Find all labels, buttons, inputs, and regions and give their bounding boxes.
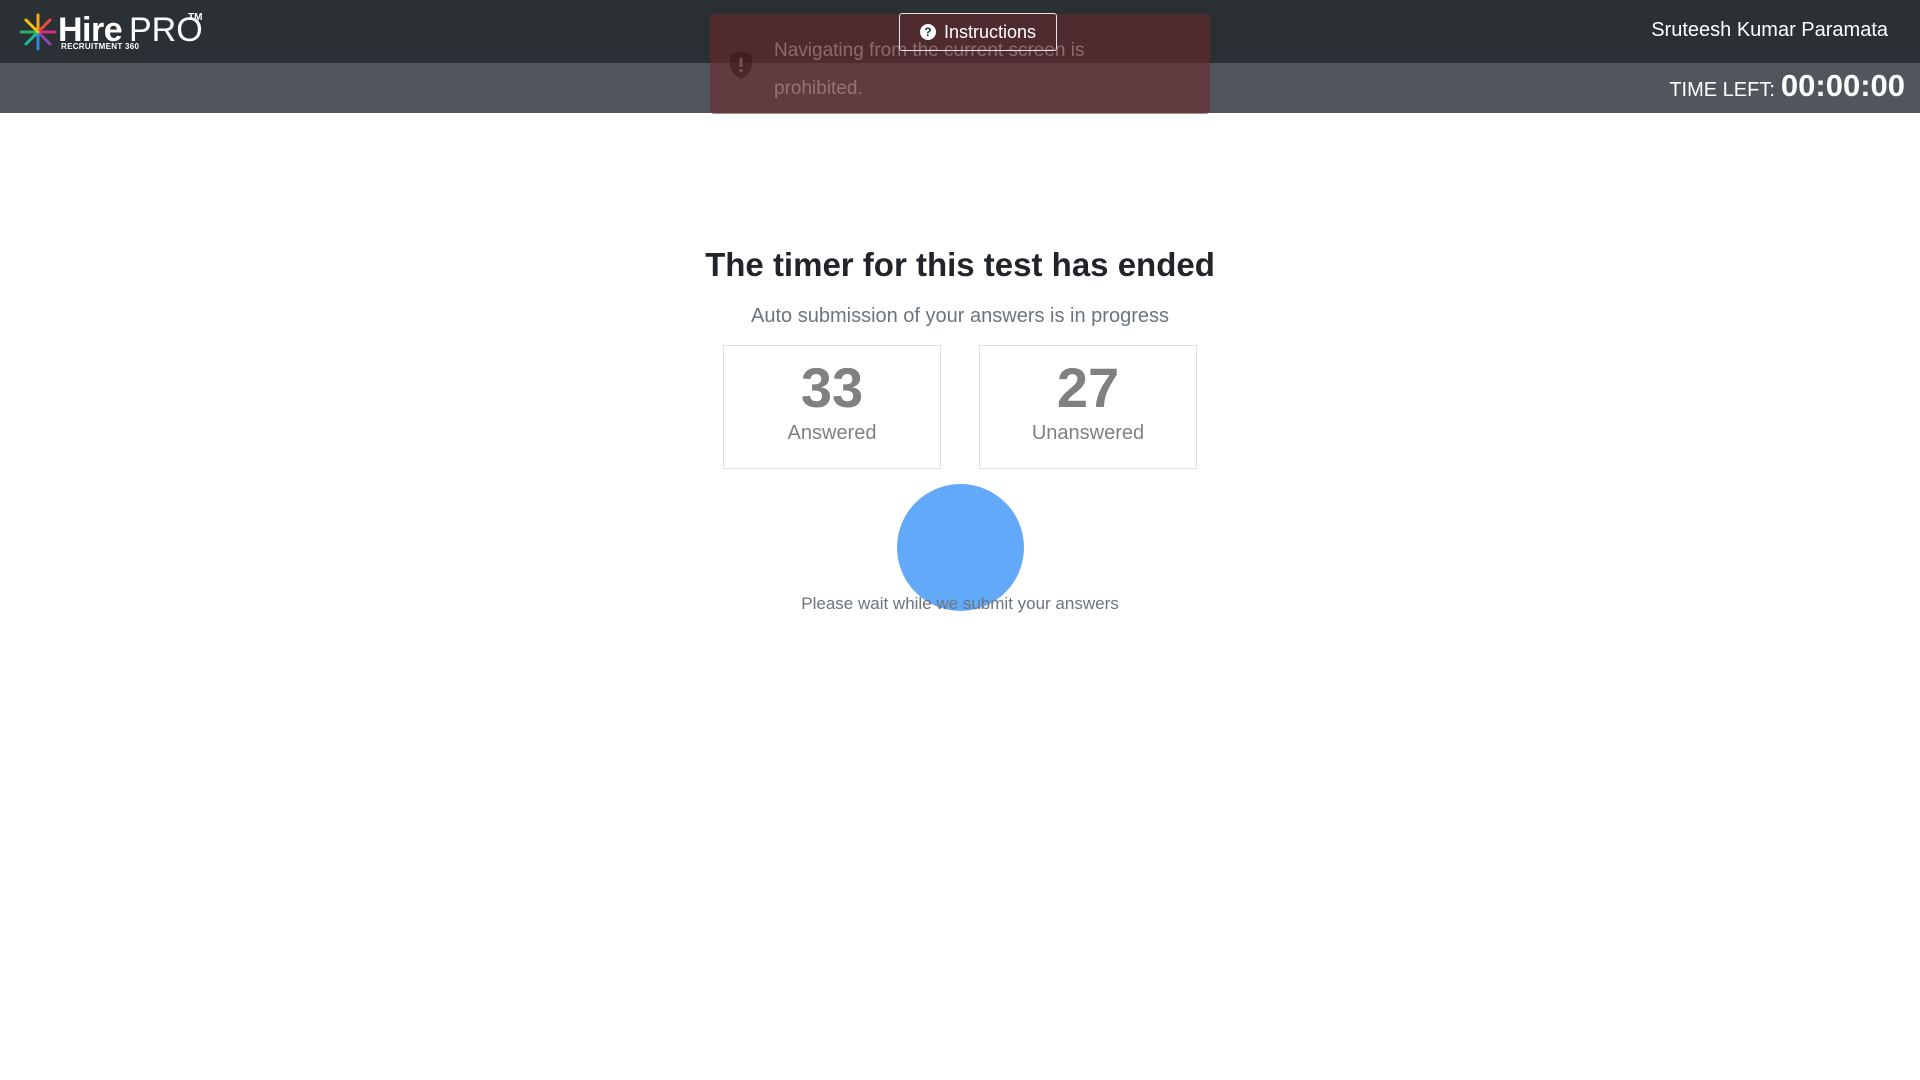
unanswered-card: 27 Unanswered [979,345,1197,469]
logo-trademark: TM [188,12,203,23]
logo-tagline: RECRUITMENT 360 [61,42,140,51]
instructions-label: Instructions [943,21,1037,42]
page-subtitle: Auto submission of your answers is in pr… [751,305,1169,327]
answered-card: 33 Answered [723,345,941,469]
unanswered-count: 27 [1056,356,1120,419]
loading-spinner [897,484,1024,611]
page-title: The timer for this test has ended [705,246,1215,283]
time-left-label: TIME LEFT: [1669,79,1775,101]
question-circle-icon: ? [919,24,936,40]
user-name: Sruteesh Kumar Paramata [1651,19,1888,41]
logo-star-icon [19,13,57,51]
hirepro-logo: Hire PRO TM RECRUITMENT 360 [18,10,208,56]
answered-label: Answered [787,422,877,444]
unanswered-label: Unanswered [1031,422,1145,444]
wait-message: Please wait while we submit your answers [801,594,1119,613]
instructions-button[interactable]: ? Instructions [899,13,1057,51]
time-left-value: 00:00:00 [1780,68,1905,103]
time-left: TIME LEFT: 00:00:00 [1669,68,1905,104]
answered-count: 33 [800,356,864,419]
shield-icon [730,51,752,79]
